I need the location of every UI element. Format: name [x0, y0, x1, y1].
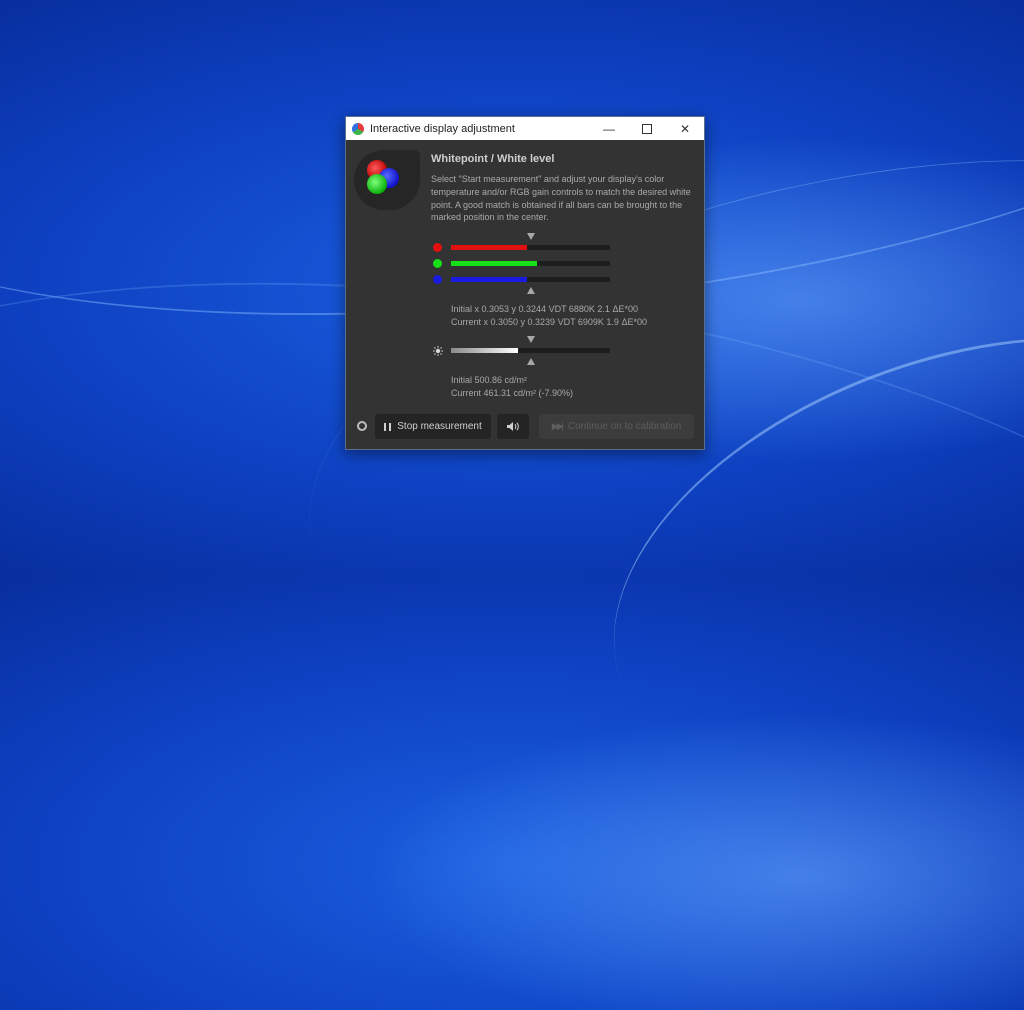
- instructions-text: Select "Start measurement" and adjust yo…: [431, 174, 691, 223]
- green-channel-bar: [451, 261, 610, 266]
- green-light-icon: [367, 174, 387, 194]
- window-title: Interactive display adjustment: [370, 122, 515, 135]
- close-icon: ✕: [679, 121, 691, 136]
- target-marker-top-icon: [527, 233, 535, 240]
- blue-channel-dot: [433, 275, 442, 284]
- continue-label: Continue on to calibration: [567, 421, 682, 432]
- red-channel-dot: [433, 243, 442, 252]
- section-heading: Whitepoint / White level: [431, 153, 555, 165]
- whitepoint-initial: Initial x 0.3053 y 0.3244 VDT 6880K 2.1 …: [451, 304, 638, 314]
- brightness-icon: [433, 346, 443, 356]
- red-channel-bar: [451, 245, 610, 250]
- display-adjustment-window: Interactive display adjustment — ✕ White…: [345, 116, 705, 450]
- luminance-readout: Initial 500.86 cd/m² Current 461.31 cd/m…: [451, 374, 573, 399]
- skip-forward-icon: ▶▶|: [551, 421, 564, 431]
- app-icon: [352, 122, 364, 135]
- blue-channel-fill: [451, 277, 528, 282]
- pause-icon: [384, 422, 392, 431]
- speaker-icon: [507, 422, 519, 431]
- green-channel-dot: [433, 259, 442, 268]
- stop-measurement-button[interactable]: Stop measurement: [375, 414, 491, 439]
- whitepoint-current: Current x 0.3050 y 0.3239 VDT 6909K 1.9 …: [451, 316, 647, 327]
- target-marker-bottom-icon: [527, 287, 535, 294]
- close-button[interactable]: ✕: [666, 117, 704, 140]
- minimize-icon: —: [603, 121, 615, 136]
- blue-channel-bar: [451, 277, 610, 282]
- maximize-button[interactable]: [628, 117, 666, 140]
- maximize-icon: [642, 123, 652, 134]
- minimize-button[interactable]: —: [590, 117, 628, 140]
- title-bar[interactable]: Interactive display adjustment — ✕: [346, 117, 704, 140]
- luminance-fill: [451, 348, 518, 353]
- continue-to-calibration-button[interactable]: ▶▶| Continue on to calibration: [539, 414, 694, 439]
- luminance-marker-top-icon: [527, 336, 535, 343]
- rgb-color-icon: [354, 150, 420, 210]
- luminance-bar: [451, 348, 610, 353]
- red-channel-fill: [451, 245, 528, 250]
- sound-toggle-button[interactable]: [497, 414, 529, 439]
- luminance-current: Current 461.31 cd/m² (-7.90%): [451, 387, 574, 398]
- luminance-initial: Initial 500.86 cd/m²: [451, 375, 528, 385]
- status-indicator-icon: [357, 421, 367, 431]
- stop-measurement-label: Stop measurement: [397, 421, 482, 432]
- whitepoint-readout: Initial x 0.3053 y 0.3244 VDT 6880K 2.1 …: [451, 303, 647, 328]
- green-channel-fill: [451, 261, 537, 266]
- luminance-marker-bottom-icon: [527, 358, 535, 365]
